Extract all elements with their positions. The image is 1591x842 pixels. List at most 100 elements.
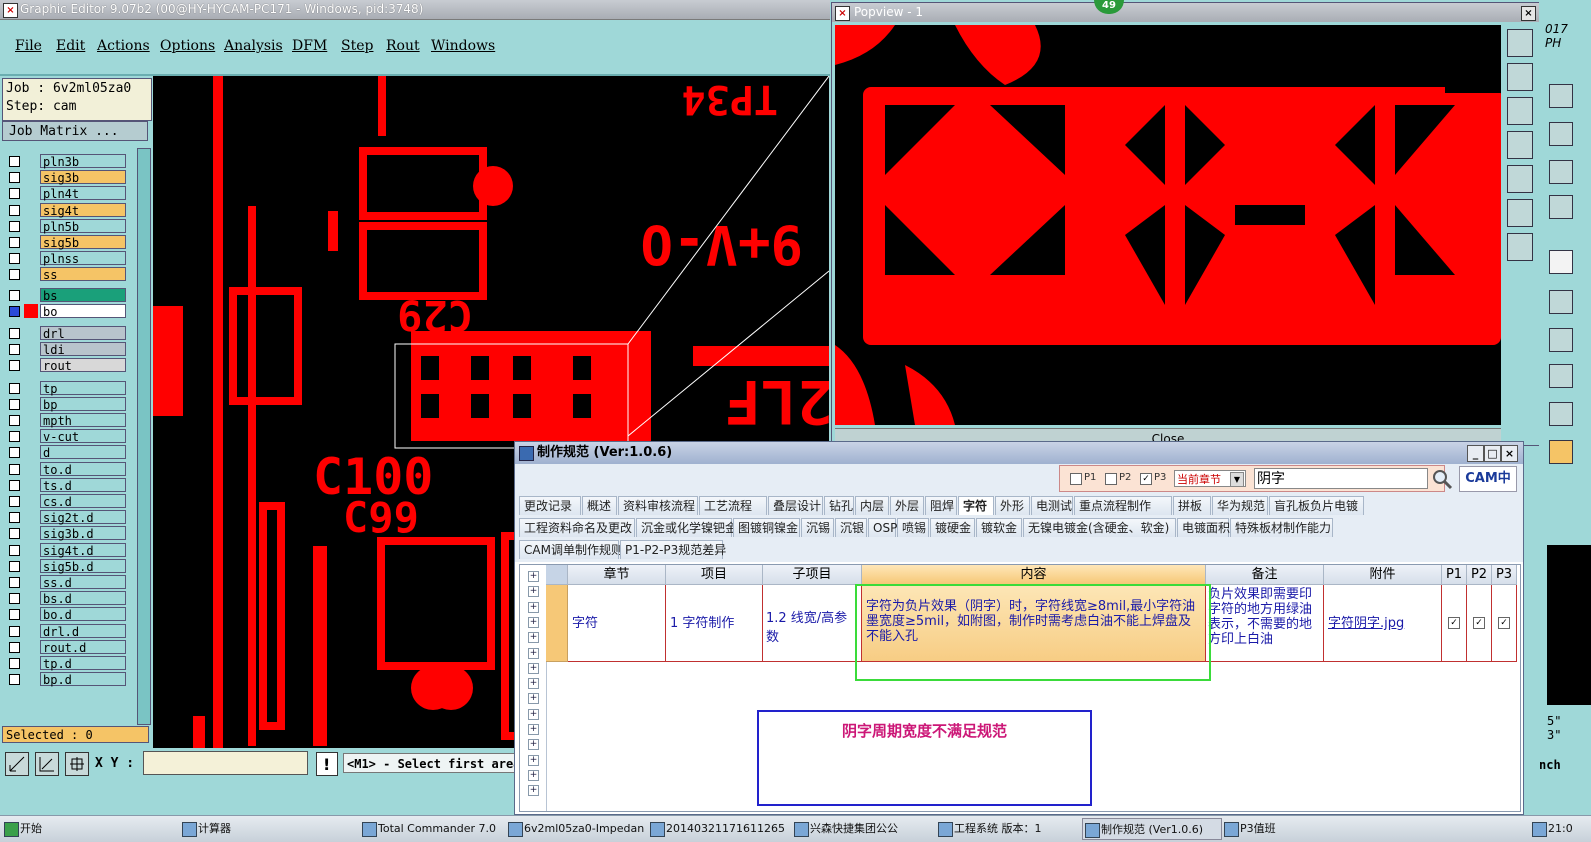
layer-checkbox[interactable] [9, 528, 20, 540]
layer-checkbox[interactable] [9, 674, 20, 686]
tab-无镍电镀金(含硬金、软金)[interactable]: 无镍电镀金(含硬金、软金) [1023, 518, 1176, 537]
layer-row-sig4t[interactable]: sig4t [6, 202, 126, 218]
layer-row-bs[interactable]: bs [6, 287, 126, 303]
tab-更改记录[interactable]: 更改记录 [519, 496, 581, 515]
layer-row-tp[interactable]: tp [6, 380, 126, 396]
menu-options[interactable]: Options [160, 38, 215, 54]
layer-row-sig3b[interactable]: sig3b [6, 170, 126, 185]
menu-actions[interactable]: Actions [97, 38, 150, 54]
layer-checkbox[interactable] [9, 253, 20, 265]
spec-titlebar[interactable]: 制作规范 (Ver:1.0.6) _ □ × [515, 442, 1523, 464]
layer-checkbox[interactable] [9, 641, 20, 653]
layer-checkbox[interactable] [9, 172, 20, 184]
expand-row-icon[interactable]: + [528, 754, 539, 766]
search-input[interactable]: 阴字 [1254, 468, 1428, 489]
tab-钻孔[interactable]: 钻孔 [824, 496, 854, 515]
layer-name[interactable]: bp.d [40, 672, 126, 687]
layer-name[interactable]: sig4t.d [40, 542, 126, 558]
chevron-down-icon[interactable]: ▼ [1230, 472, 1244, 487]
layer-name[interactable]: rout.d [40, 639, 126, 655]
job-matrix-button[interactable]: Job Matrix ... [2, 121, 148, 141]
layer-checkbox[interactable] [9, 479, 20, 491]
popview-canvas[interactable] [835, 25, 1501, 425]
layer-checkbox[interactable] [9, 156, 20, 167]
tab-外层[interactable]: 外层 [890, 496, 924, 515]
tab-喷锡[interactable]: 喷锡 [897, 518, 929, 537]
pad-icon[interactable] [1549, 328, 1573, 352]
taskbar-item[interactable]: Total Commander 7.0 [360, 818, 502, 840]
tab-盲孔板负片电镀[interactable]: 盲孔板负片电镀 [1269, 496, 1364, 515]
popview-zoom-in-icon[interactable] [1507, 199, 1533, 227]
filter-p1-checkbox[interactable] [1070, 473, 1082, 485]
alert-icon[interactable]: ! [316, 752, 338, 776]
draw-line-icon[interactable] [1549, 290, 1573, 314]
taskbar-item[interactable]: 兴森快捷集团公公 [792, 818, 932, 840]
tab-图镀铜镍金[interactable]: 图镀铜镍金 [733, 518, 800, 537]
layer-row-plnss[interactable]: plnss [6, 251, 126, 266]
minimize-icon[interactable]: _ [1467, 445, 1484, 462]
layer-name[interactable]: sig5b.d [40, 558, 126, 574]
tab-叠层设计[interactable]: 叠层设计 [768, 496, 823, 515]
help-icon[interactable] [1549, 160, 1573, 184]
layer-name[interactable]: tp [40, 380, 126, 396]
layer-name[interactable]: to.d [40, 461, 126, 477]
layer-row-bs.d[interactable]: bs.d [6, 591, 126, 606]
tab-电镀面积[interactable]: 电镀面积 [1177, 518, 1230, 537]
layer-checkbox[interactable] [9, 305, 20, 317]
col-header-note[interactable]: 备注 [1206, 565, 1324, 585]
layout-icon[interactable] [1549, 84, 1573, 108]
zoom-area-button[interactable] [5, 752, 29, 776]
layer-checkbox[interactable] [9, 560, 20, 572]
expand-row-icon[interactable]: + [528, 785, 539, 797]
popview-pan-left-icon[interactable] [1507, 131, 1533, 159]
arrow-right-icon[interactable] [1549, 195, 1573, 219]
search-button[interactable] [1430, 467, 1454, 491]
tab-CAM调单制作规则[interactable]: CAM调单制作规则 [519, 540, 623, 559]
tab-内层[interactable]: 内层 [855, 496, 889, 515]
tab-华为规范[interactable]: 华为规范 [1212, 496, 1268, 515]
layer-row-sig5b[interactable]: sig5b [6, 235, 126, 250]
layer-checkbox[interactable] [9, 544, 20, 556]
expand-row-icon[interactable]: + [528, 601, 539, 613]
tab-重点流程制作[interactable]: 重点流程制作 [1074, 496, 1172, 515]
col-header-p2[interactable]: P2 [1467, 565, 1492, 585]
menu-windows[interactable]: Windows [431, 38, 495, 54]
tab-工艺流程[interactable]: 工艺流程 [699, 496, 767, 515]
layer-checkbox[interactable] [9, 577, 20, 588]
popview-pan-down-icon[interactable] [1507, 97, 1533, 125]
expand-row-icon[interactable]: + [528, 662, 539, 674]
layer-row-ss[interactable]: ss [6, 267, 126, 282]
layer-checkbox[interactable] [9, 237, 20, 248]
layer-name[interactable]: rout [40, 358, 126, 373]
expand-row-icon[interactable]: + [528, 571, 539, 582]
layer-name[interactable]: bo [40, 303, 126, 319]
expand-row-icon[interactable]: + [528, 632, 539, 644]
layer-checkbox[interactable] [9, 188, 20, 200]
expand-row-icon[interactable]: + [528, 739, 539, 751]
layer-row-bp[interactable]: bp [6, 396, 126, 412]
cell-item[interactable]: 1 字符制作 [666, 585, 763, 662]
popview-titlebar[interactable]: × Popview - 1 × [832, 3, 1539, 22]
layer-checkbox[interactable] [9, 463, 20, 475]
layer-checkbox[interactable] [9, 398, 20, 410]
layer-name[interactable]: tp.d [40, 656, 126, 671]
layer-checkbox[interactable] [9, 593, 20, 605]
grid-corner[interactable] [546, 565, 568, 585]
cursor-icon[interactable] [1549, 440, 1573, 464]
expand-row-icon[interactable]: + [528, 708, 539, 720]
menu-rout[interactable]: Rout [386, 38, 420, 54]
expand-row-icon[interactable]: + [528, 616, 539, 628]
row-selector[interactable] [546, 585, 568, 662]
taskbar-item[interactable]: 制作规范 (Ver1.0.6) [1082, 818, 1222, 840]
tab-沉锡[interactable]: 沉锡 [801, 518, 834, 537]
layer-row-mpth[interactable]: mpth [6, 413, 126, 428]
layer-name[interactable]: sig5b [40, 235, 126, 250]
menu-dfm[interactable]: DFM [292, 38, 327, 54]
col-header-subitem[interactable]: 子项目 [763, 565, 862, 585]
layer-list-scrollbar[interactable] [137, 148, 151, 725]
layer-name[interactable]: sig3b.d [40, 526, 126, 541]
tab-电测试[interactable]: 电测试 [1031, 496, 1073, 515]
layer-name[interactable]: bs.d [40, 591, 126, 606]
layer-row-to.d[interactable]: to.d [6, 461, 126, 477]
tab-概述[interactable]: 概述 [582, 496, 617, 515]
